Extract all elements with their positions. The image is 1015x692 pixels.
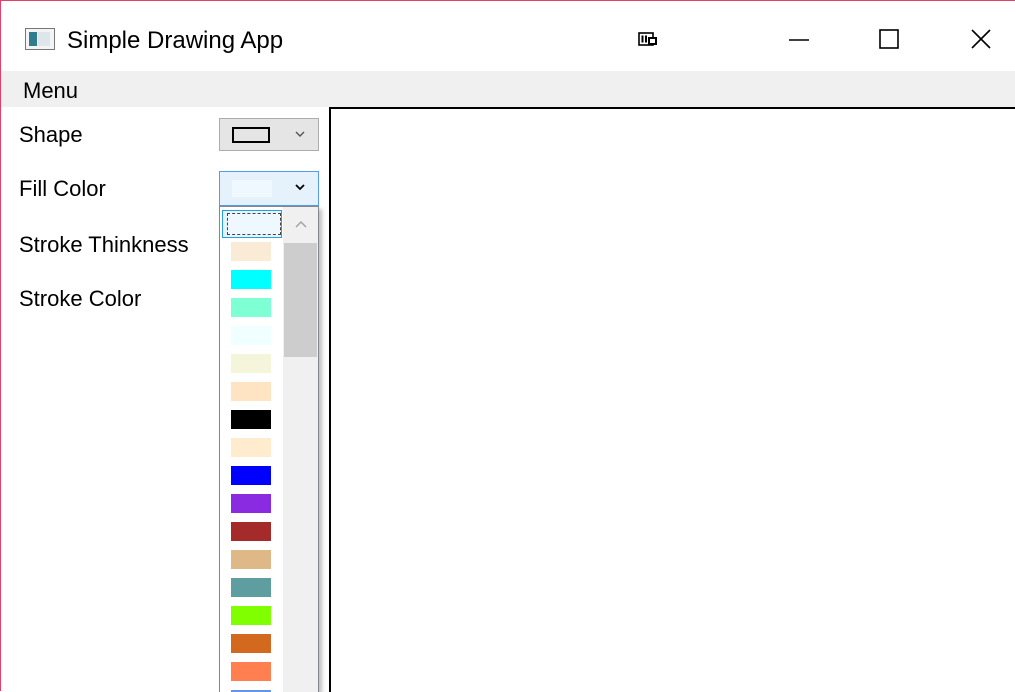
color-swatch-item[interactable] xyxy=(222,686,282,692)
color-swatch xyxy=(231,382,271,401)
menu-bar xyxy=(1,71,1015,107)
fill-color-list[interactable] xyxy=(219,206,319,692)
maximize-icon xyxy=(879,29,899,49)
fill-color-preview xyxy=(232,180,272,197)
minimize-icon xyxy=(789,39,809,41)
color-swatch-item[interactable] xyxy=(222,658,282,686)
drawing-canvas[interactable] xyxy=(329,107,1015,692)
color-swatch xyxy=(227,213,281,235)
dropdown-scrollbar[interactable] xyxy=(283,207,318,692)
color-swatch-item[interactable] xyxy=(222,546,282,574)
color-swatch-item[interactable] xyxy=(222,294,282,322)
minimize-button[interactable] xyxy=(771,13,827,65)
color-swatch-item[interactable] xyxy=(222,210,282,238)
color-swatch-item[interactable] xyxy=(222,630,282,658)
rectangle-shape-icon xyxy=(232,127,270,143)
app-icon xyxy=(25,28,55,50)
color-swatch xyxy=(231,550,271,569)
close-icon xyxy=(971,29,991,49)
color-swatch-item[interactable] xyxy=(222,378,282,406)
color-swatch xyxy=(231,242,271,261)
color-swatch xyxy=(231,662,271,681)
color-swatch-item[interactable] xyxy=(222,238,282,266)
chevron-down-icon xyxy=(295,184,305,191)
color-swatch-item[interactable] xyxy=(222,266,282,294)
color-swatch xyxy=(231,270,271,289)
color-swatch xyxy=(231,578,271,597)
chevron-up-icon xyxy=(295,221,306,228)
shape-label: Shape xyxy=(19,122,83,147)
color-swatch xyxy=(231,606,271,625)
color-swatch-item[interactable] xyxy=(222,490,282,518)
snap-icon[interactable] xyxy=(637,29,659,51)
window-title: Simple Drawing App xyxy=(67,27,284,54)
color-swatch xyxy=(231,354,271,373)
close-button[interactable] xyxy=(953,13,1009,65)
color-swatch xyxy=(231,494,271,513)
color-swatch-item[interactable] xyxy=(222,406,282,434)
chevron-down-icon xyxy=(295,131,305,137)
color-swatch-item[interactable] xyxy=(222,518,282,546)
scroll-thumb[interactable] xyxy=(284,243,317,357)
color-swatch xyxy=(231,466,271,485)
scroll-up-button[interactable] xyxy=(283,207,318,241)
color-swatch xyxy=(231,410,271,429)
menu-item-menu[interactable]: Menu xyxy=(23,78,78,104)
color-swatch-item[interactable] xyxy=(222,434,282,462)
color-swatch-item[interactable] xyxy=(222,602,282,630)
color-swatch xyxy=(231,438,271,457)
stroke-thickness-label: Stroke Thinkness xyxy=(19,232,189,257)
title-bar[interactable]: Simple Drawing App xyxy=(1,1,1015,71)
color-swatch xyxy=(231,298,271,317)
color-swatch xyxy=(231,634,271,653)
color-swatch-item[interactable] xyxy=(222,462,282,490)
app-window: Simple Drawing App Menu Shape Fill Color… xyxy=(0,0,1015,692)
color-swatch-item[interactable] xyxy=(222,350,282,378)
fill-color-dropdown[interactable] xyxy=(219,171,319,206)
color-swatch xyxy=(231,522,271,541)
stroke-color-label: Stroke Color xyxy=(19,286,142,311)
color-swatch-item[interactable] xyxy=(222,574,282,602)
color-swatch xyxy=(231,326,271,345)
fill-color-label: Fill Color xyxy=(19,176,106,201)
shape-dropdown[interactable] xyxy=(219,118,319,151)
color-swatch-item[interactable] xyxy=(222,322,282,350)
maximize-button[interactable] xyxy=(861,13,917,65)
